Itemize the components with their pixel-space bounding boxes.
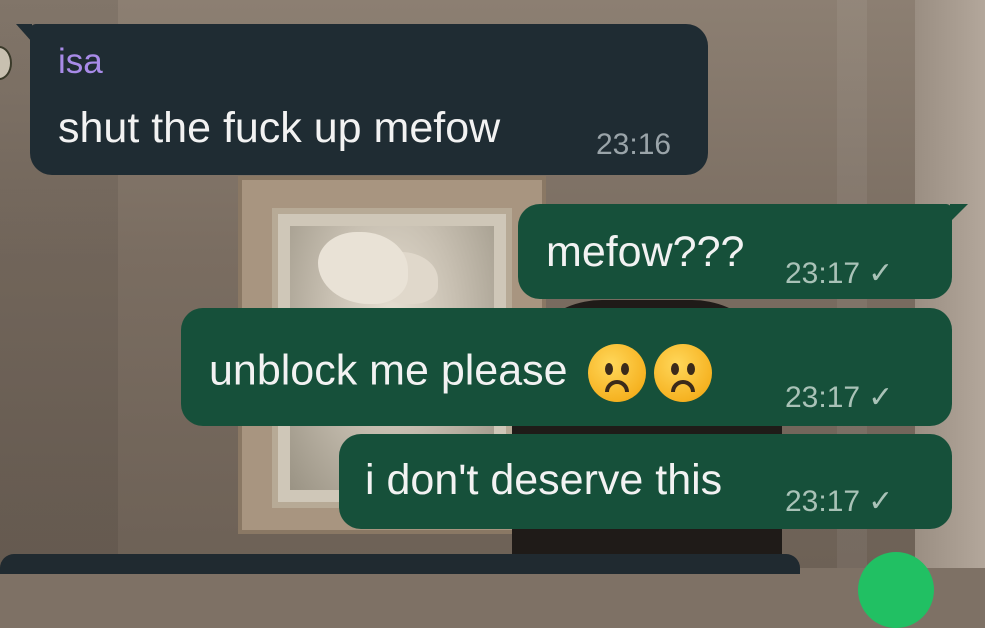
- message-timestamp: 23:17: [785, 257, 861, 290]
- message-text: i don't deserve this: [365, 456, 723, 504]
- message-bubble-outgoing[interactable]: unblock me please 23:17 ✓: [181, 308, 952, 426]
- sender-name[interactable]: isa: [58, 42, 103, 82]
- message-text: mefow???: [546, 228, 745, 276]
- message-bubble-incoming[interactable]: isa shut the fuck up mefow 23:16: [16, 24, 708, 175]
- check-icon: ✓: [868, 485, 894, 518]
- message-timestamp: 23:17: [785, 381, 861, 414]
- message-timestamp: 23:17: [785, 485, 861, 518]
- check-icon: ✓: [868, 257, 894, 290]
- check-icon: ✓: [868, 381, 894, 414]
- message-text: unblock me please: [209, 346, 568, 395]
- message-text: shut the fuck up mefow: [58, 104, 501, 152]
- message-bubble-outgoing[interactable]: i don't deserve this 23:17 ✓: [339, 434, 952, 529]
- message-bubble-outgoing[interactable]: mefow??? 23:17 ✓: [518, 204, 968, 299]
- message-timestamp: 23:16: [596, 128, 672, 161]
- message-input-bar[interactable]: [0, 554, 800, 574]
- frowning-face-emoji: [587, 344, 646, 402]
- send-button[interactable]: [858, 552, 934, 628]
- frowning-face-emoji: [653, 344, 712, 402]
